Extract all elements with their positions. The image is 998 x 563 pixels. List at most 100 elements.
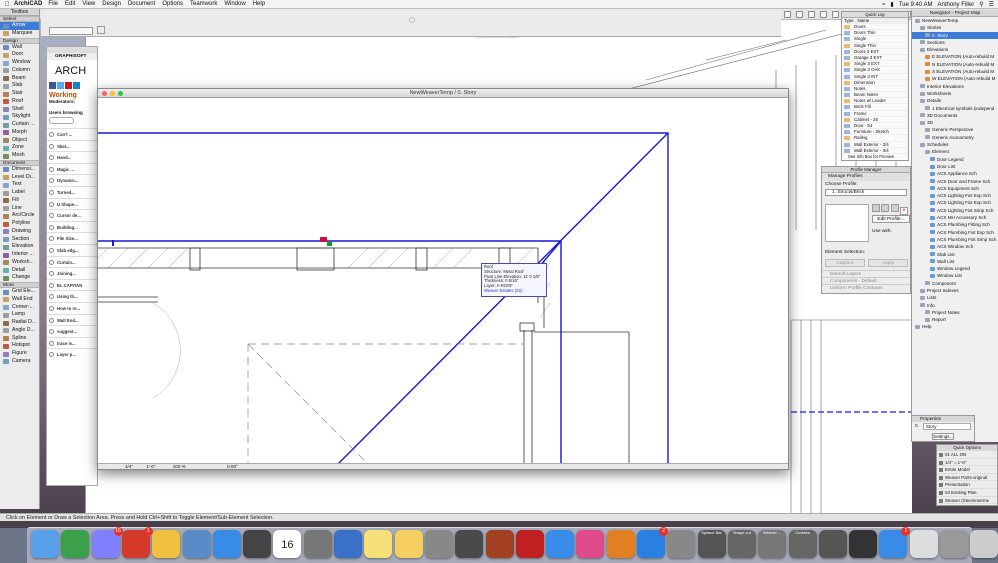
navigator-item[interactable]: ACS Door and Frame Sch <box>912 178 998 185</box>
tool-beam[interactable]: Beam <box>0 75 39 83</box>
capture-button[interactable]: Capture <box>825 259 865 267</box>
thread-item[interactable]: Layer p... <box>47 348 97 360</box>
launchpad-icon[interactable] <box>303 530 332 558</box>
tool-corner[interactable]: Corner-... <box>0 304 39 312</box>
tool-drawing[interactable]: Drawing <box>0 228 39 236</box>
navigator-item[interactable]: Sections <box>912 39 998 46</box>
empty-space-icon[interactable] <box>940 530 968 558</box>
menu-edit[interactable]: Edit <box>65 1 75 7</box>
tool-marquee[interactable]: Marquee <box>0 30 39 38</box>
plan-canvas[interactable] <box>98 98 788 464</box>
twitter-icon[interactable] <box>57 82 64 89</box>
facebook-icon[interactable] <box>49 82 56 89</box>
rotation-field[interactable]: 0.00° <box>227 464 238 469</box>
navigator-item[interactable]: NewWeaverTemp <box>912 17 998 24</box>
tool-fill[interactable]: Fill <box>0 197 39 205</box>
tool-camera[interactable]: Camera <box>0 358 39 366</box>
tool-spline[interactable]: Spline <box>0 335 39 343</box>
navigator-item[interactable]: Window List <box>912 272 998 279</box>
activity-monitor-icon[interactable] <box>849 530 878 558</box>
finder-window-icon[interactable] <box>909 530 938 558</box>
window-titlebar[interactable]: NewWeaverTemp / 0. Story <box>98 89 788 98</box>
menu-help[interactable]: Help <box>253 1 265 7</box>
screenshot-2-icon[interactable]: Shape cut <box>727 530 756 558</box>
tool-label[interactable]: Label <box>0 189 39 197</box>
minimize-icon[interactable] <box>110 91 115 96</box>
delete-profile-icon[interactable]: × <box>900 207 909 215</box>
navigator-item[interactable]: ACS Lighting Fixt Exp Sch <box>912 192 998 199</box>
thread-item[interactable]: Slab edg... <box>47 243 97 256</box>
tool-morph[interactable]: Morph <box>0 129 39 137</box>
toolbar-button[interactable] <box>784 11 791 18</box>
edit-profile-button[interactable]: Edit Profile... <box>872 215 910 223</box>
navigator-item[interactable]: ACS Lighting Fixt Simp Sch <box>912 207 998 214</box>
thread-item[interactable]: EL CAPITAN <box>47 278 97 291</box>
navigator-item[interactable]: Generic Axonometry <box>912 134 998 141</box>
tool-interior[interactable]: Interior ... <box>0 251 39 259</box>
navigator-item[interactable]: Interior Elevations <box>912 83 998 90</box>
mail-upload-icon[interactable] <box>546 530 575 558</box>
settings-button[interactable]: Settings... <box>932 433 954 440</box>
screenshot-5-icon[interactable] <box>818 530 847 558</box>
thread-item[interactable]: Curtain... <box>47 255 97 268</box>
selection-handle-2[interactable] <box>327 242 332 246</box>
thread-item[interactable]: Building... <box>47 220 97 233</box>
navigator-item[interactable]: Details <box>912 97 998 104</box>
navigator-item[interactable]: Project Indexes <box>912 287 998 294</box>
trash-icon[interactable] <box>970 530 998 558</box>
tool-column[interactable]: Column <box>0 67 39 75</box>
menu-document[interactable]: Document <box>128 1 155 7</box>
select-cursor-icon[interactable] <box>97 26 105 34</box>
app-menu[interactable]: ArchiCAD <box>14 1 42 7</box>
tool-mesh[interactable]: Mesh <box>0 152 39 160</box>
toolbar-button[interactable] <box>832 11 839 18</box>
zoom-icon[interactable] <box>118 91 123 96</box>
tool-detail[interactable]: Detail <box>0 267 39 275</box>
calendar-icon[interactable]: 16 <box>273 530 302 558</box>
tool-grid-ele[interactable]: Grid Ele... <box>0 288 39 296</box>
navigator-item[interactable]: W ELEVATION (Auto-rebuild M <box>912 75 998 82</box>
thread-item[interactable]: trace is... <box>47 336 97 349</box>
navigator-item[interactable]: Component <box>912 280 998 287</box>
thread-item[interactable]: Magic ... <box>47 162 97 175</box>
wifi-icon[interactable]: ≈ <box>882 2 885 8</box>
navigator-item[interactable]: Lists <box>912 294 998 301</box>
tool-radial-d[interactable]: Radial D... <box>0 319 39 327</box>
tool-arrow[interactable]: Arrow <box>0 22 39 30</box>
tool-line[interactable]: Line <box>0 205 39 213</box>
navigator-item[interactable]: 3D Documents <box>912 112 998 119</box>
navigator-item[interactable]: ACS MH Accessory Sch <box>912 214 998 221</box>
close-icon[interactable] <box>102 91 107 96</box>
thread-item[interactable]: Joining... <box>47 267 97 279</box>
quick-option-row[interactable]: Weaver (Steemmerme <box>937 497 997 505</box>
linkedin-icon[interactable] <box>73 82 80 89</box>
tool-hotspot[interactable]: Hotspot <box>0 342 39 350</box>
newtopic-button[interactable] <box>49 117 74 124</box>
tool-dimensi[interactable]: Dimensi... <box>0 166 39 174</box>
tool-zone[interactable]: Zone <box>0 144 39 152</box>
navigator-item[interactable]: ACS Plumbing Fixt Exp Sch <box>912 229 998 236</box>
thread-item[interactable]: Turned... <box>47 185 97 198</box>
ibooks-icon[interactable] <box>606 530 635 558</box>
navigator-item[interactable]: Door Legend <box>912 156 998 163</box>
thread-item[interactable]: Cursor de... <box>47 209 97 221</box>
pinterest-icon[interactable] <box>515 530 544 558</box>
tool-figure[interactable]: Figure <box>0 350 39 358</box>
selection-handle[interactable] <box>320 237 327 242</box>
youtube-icon[interactable] <box>65 82 72 89</box>
thread-item[interactable]: Can't ... <box>47 128 97 140</box>
tool-text[interactable]: Text <box>0 181 39 189</box>
quick-option-row[interactable]: 03 Existing Plan <box>937 489 997 497</box>
screenshot-1-icon[interactable]: Spllace Bar <box>697 530 726 558</box>
thread-item[interactable]: How to re... <box>47 301 97 314</box>
tool-skylight[interactable]: Skylight <box>0 113 39 121</box>
notefile-icon[interactable] <box>364 530 393 558</box>
navigator-item[interactable]: Elevations <box>912 46 998 53</box>
thread-item[interactable]: Sket... <box>47 139 97 152</box>
sketchup-icon[interactable]: 1 <box>121 527 153 558</box>
tool-door[interactable]: Door <box>0 51 39 59</box>
tool-polyline[interactable]: Polyline <box>0 220 39 228</box>
menu-file[interactable]: File <box>48 1 58 7</box>
toolbar-button[interactable] <box>820 11 827 18</box>
app-store-icon[interactable]: 2 <box>637 527 668 558</box>
